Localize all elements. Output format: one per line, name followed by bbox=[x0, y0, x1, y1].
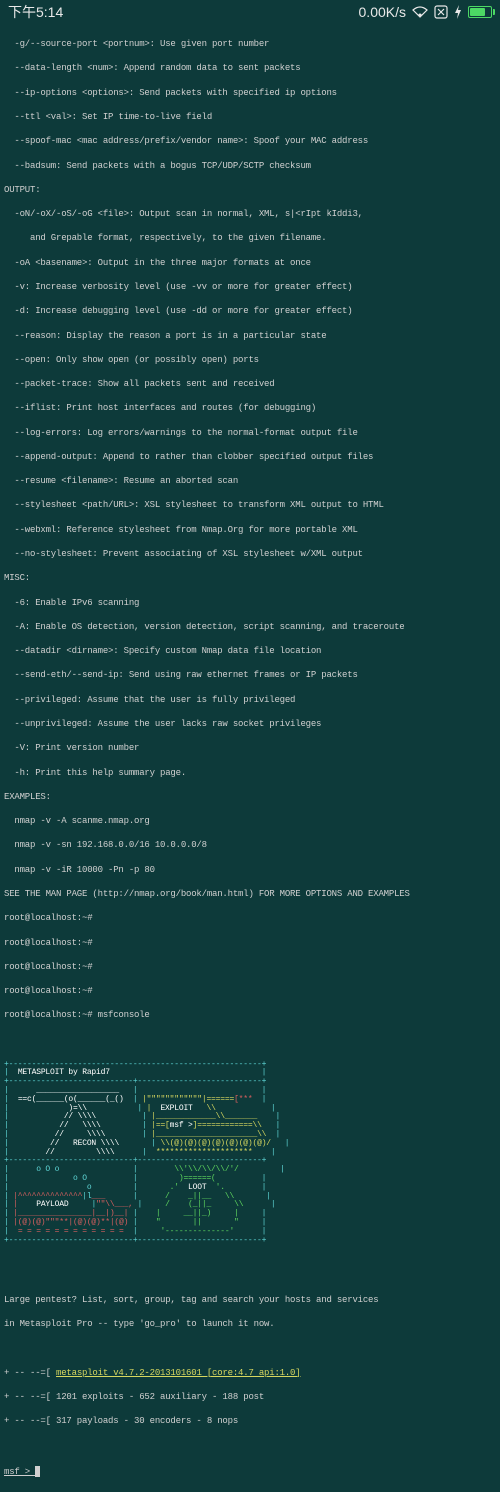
android-status-bar: 下午5:14 0.00K/s bbox=[0, 0, 500, 24]
output-line: --stylesheet <path/URL>: XSL stylesheet … bbox=[4, 499, 496, 511]
output-line: and Grepable format, respectively, to th… bbox=[4, 232, 496, 244]
output-line: --webxml: Reference stylesheet from Nmap… bbox=[4, 524, 496, 536]
version-line: + -- --=[ metasploit v4.7.2-2013101601 [… bbox=[4, 1367, 496, 1379]
help-line: --badsum: Send packets with a bogus TCP/… bbox=[4, 160, 496, 172]
help-line: --data-length <num>: Append random data … bbox=[4, 62, 496, 74]
shell-prompt: root@localhost:~# bbox=[4, 912, 496, 924]
shell-prompt: root@localhost:~# bbox=[4, 985, 496, 997]
output-line: -d: Increase debugging level (use -dd or… bbox=[4, 305, 496, 317]
cursor-icon bbox=[35, 1466, 40, 1477]
help-line: --spoof-mac <mac address/prefix/vendor n… bbox=[4, 135, 496, 147]
misc-line: -A: Enable OS detection, version detecti… bbox=[4, 621, 496, 633]
battery-icon bbox=[468, 6, 492, 18]
misc-line: --send-eth/--send-ip: Send using raw eth… bbox=[4, 669, 496, 681]
output-line: --resume <filename>: Resume an aborted s… bbox=[4, 475, 496, 487]
output-line: --append-output: Append to rather than c… bbox=[4, 451, 496, 463]
manpage-line: SEE THE MAN PAGE (http://nmap.org/book/m… bbox=[4, 888, 496, 900]
misc-line: --datadir <dirname>: Specify custom Nmap… bbox=[4, 645, 496, 657]
example-line: nmap -v -A scanme.nmap.org bbox=[4, 815, 496, 827]
output-line: -oN/-oX/-oS/-oG <file>: Output scan in n… bbox=[4, 208, 496, 220]
terminal-output[interactable]: -g/--source-port <portnum>: Use given po… bbox=[0, 24, 500, 1492]
status-right: 0.00K/s bbox=[359, 3, 492, 22]
metasploit-banner: +---------------------------------------… bbox=[4, 1052, 496, 1246]
output-line: -v: Increase verbosity level (use -vv or… bbox=[4, 281, 496, 293]
output-line: --no-stylesheet: Prevent associating of … bbox=[4, 548, 496, 560]
output-line: -oA <basename>: Output in the three majo… bbox=[4, 257, 496, 269]
blank-line bbox=[4, 1270, 496, 1282]
status-time: 下午5:14 bbox=[8, 3, 63, 22]
examples-header: EXAMPLES: bbox=[4, 791, 496, 803]
output-line: --log-errors: Log errors/warnings to the… bbox=[4, 427, 496, 439]
tagline: in Metasploit Pro -- type 'go_pro' to la… bbox=[4, 1318, 496, 1330]
help-line: --ttl <val>: Set IP time-to-live field bbox=[4, 111, 496, 123]
blank-line bbox=[4, 1342, 496, 1354]
output-header: OUTPUT: bbox=[4, 184, 496, 196]
misc-line: --unprivileged: Assume the user lacks ra… bbox=[4, 718, 496, 730]
msf-prompt[interactable]: msf > bbox=[4, 1466, 496, 1478]
help-line: --ip-options <options>: Send packets wit… bbox=[4, 87, 496, 99]
misc-header: MISC: bbox=[4, 572, 496, 584]
blank-line bbox=[4, 1440, 496, 1452]
output-line: --open: Only show open (or possibly open… bbox=[4, 354, 496, 366]
stats-line: + -- --=[ 1201 exploits - 652 auxiliary … bbox=[4, 1391, 496, 1403]
net-speed: 0.00K/s bbox=[359, 3, 406, 22]
help-line: -g/--source-port <portnum>: Use given po… bbox=[4, 38, 496, 50]
output-line: --iflist: Print host interfaces and rout… bbox=[4, 402, 496, 414]
misc-line: --privileged: Assume that the user is fu… bbox=[4, 694, 496, 706]
misc-line: -6: Enable IPv6 scanning bbox=[4, 597, 496, 609]
example-line: nmap -v -iR 10000 -Pn -p 80 bbox=[4, 864, 496, 876]
misc-line: -V: Print version number bbox=[4, 742, 496, 754]
shell-prompt: root@localhost:~# bbox=[4, 937, 496, 949]
tagline: Large pentest? List, sort, group, tag an… bbox=[4, 1294, 496, 1306]
example-line: nmap -v -sn 192.168.0.0/16 10.0.0.0/8 bbox=[4, 839, 496, 851]
output-line: --packet-trace: Show all packets sent an… bbox=[4, 378, 496, 390]
shell-prompt: root@localhost:~# bbox=[4, 961, 496, 973]
close-box-icon bbox=[434, 5, 448, 19]
bolt-icon bbox=[454, 5, 462, 19]
msfconsole-command: root@localhost:~# msfconsole bbox=[4, 1009, 496, 1021]
misc-line: -h: Print this help summary page. bbox=[4, 767, 496, 779]
output-line: --reason: Display the reason a port is i… bbox=[4, 330, 496, 342]
wifi-icon bbox=[412, 6, 428, 18]
stats-line: + -- --=[ 317 payloads - 30 encoders - 8… bbox=[4, 1415, 496, 1427]
